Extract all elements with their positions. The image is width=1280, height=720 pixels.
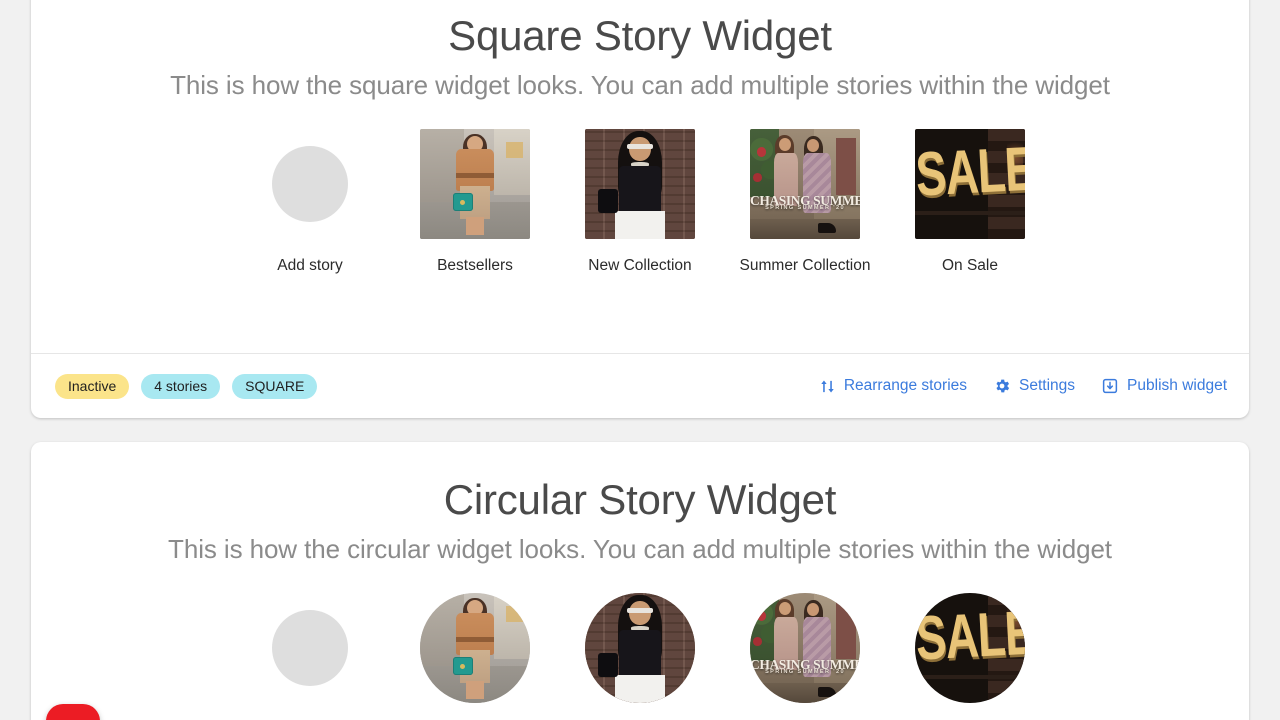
arrows-up-down-icon [819,378,836,395]
publish-download-box-icon [1101,377,1119,395]
story-label: On Sale [941,257,998,275]
widget-card-square: Square Story Widget This is how the squa… [31,0,1249,418]
story-thumbnail-new-collection[interactable] [585,129,695,240]
add-story-tile [255,593,365,703]
story-label: Summer Collection [739,257,871,275]
plus-icon [272,610,348,687]
help-chat-button[interactable] [46,704,100,720]
widget-subtitle-square: This is how the square widget looks. You… [170,70,1110,101]
widget-subtitle-circular: This is how the circular widget looks. Y… [168,534,1112,565]
story-item[interactable]: Bestsellers [420,593,530,720]
add-story-tile [255,129,365,239]
badge-group: Inactive 4 stories SQUARE [55,373,318,399]
page-title-square: Square Story Widget [448,12,832,59]
status-badge: Inactive [55,373,130,399]
story-thumbnail-bestsellers[interactable] [420,593,530,704]
settings-label: Settings [1019,377,1076,394]
story-overlay-subhead: SPRING SUMMER '20 [765,669,845,676]
story-thumbnail-summer-collection[interactable]: CHASING SUMMER SPRING SUMMER '20 [750,129,860,240]
story-label: New Collection [588,257,692,275]
story-thumbnail-on-sale[interactable]: SALE [915,129,1025,240]
story-overlay-subhead: SPRING SUMMER '20 [765,205,845,212]
page-root: Square Story Widget This is how the squa… [0,0,1280,720]
page-title-circular: Circular Story Widget [443,476,837,523]
story-strip-square: Add story Bestsellers New Collection CHA… [31,129,1249,275]
add-story-button-circular[interactable]: Add story [255,593,365,720]
rearrange-stories-button[interactable]: Rearrange stories [819,377,967,395]
widget-card-circular: Circular Story Widget This is how the ci… [31,442,1249,720]
action-group: Rearrange stories Settings Publish widge… [819,377,1227,395]
story-item[interactable]: SALE On Sale [915,129,1025,275]
story-overlay-headline: SALE [915,132,1025,209]
story-item[interactable]: New Collection [585,129,695,275]
add-story-label: Add story [277,257,343,275]
widget-footer-square: Inactive 4 stories SQUARE Rearrange stor… [31,353,1249,418]
plus-icon [272,146,348,223]
story-thumbnail-new-collection[interactable] [585,593,695,704]
story-thumbnail-summer-collection[interactable]: CHASING SUMMER SPRING SUMMER '20 [750,593,860,704]
story-item[interactable]: CHASING SUMMER SPRING SUMMER '20 Summer … [750,593,860,720]
story-item[interactable]: CHASING SUMMER SPRING SUMMER '20 Summer … [740,129,870,275]
story-count-badge: 4 stories [141,373,221,399]
story-item[interactable]: Bestsellers [420,129,530,275]
add-story-button-square[interactable]: Add story [255,129,365,275]
rearrange-stories-label: Rearrange stories [843,377,968,394]
story-thumbnail-bestsellers[interactable] [420,129,530,240]
publish-widget-button[interactable]: Publish widget [1101,377,1227,395]
shape-badge: SQUARE [232,373,318,399]
story-strip-circular: Add story Bestsellers [31,593,1249,720]
story-thumbnail-on-sale[interactable]: SALE [915,593,1025,704]
gear-icon [993,377,1011,395]
settings-button[interactable]: Settings [993,377,1075,395]
story-item[interactable]: SALE On Sale [915,593,1025,720]
story-item[interactable]: New Collection [585,593,695,720]
widget-body-circular: Circular Story Widget This is how the ci… [31,442,1249,720]
story-overlay-headline: SALE [915,596,1025,673]
widget-body-square: Square Story Widget This is how the squa… [31,0,1249,275]
publish-widget-label: Publish widget [1127,377,1227,394]
story-label: Bestsellers [437,257,513,275]
